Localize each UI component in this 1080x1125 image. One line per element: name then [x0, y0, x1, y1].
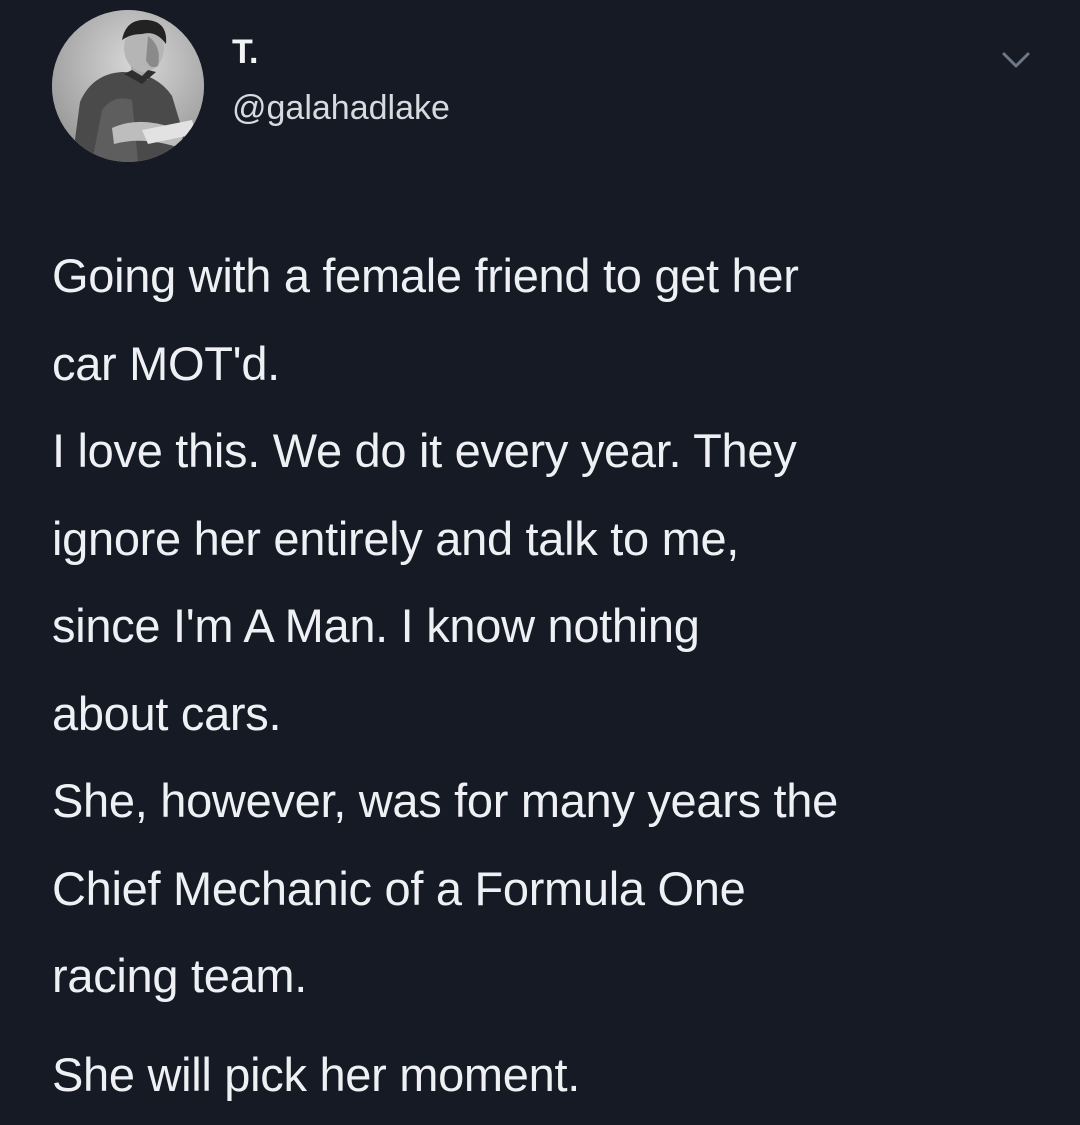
tweet-text-line: She, however, was for many years the [52, 774, 838, 827]
avatar[interactable] [52, 10, 204, 162]
chevron-down-icon[interactable] [996, 46, 1036, 76]
tweet-text-line: I love this. We do it every year. They [52, 424, 797, 477]
tweet-text-line: racing team. [52, 949, 308, 1002]
tweet-card: T. @galahadlake Going with a female frie… [0, 0, 1080, 1125]
tweet-text-line: car MOT'd. [52, 336, 280, 390]
tweet-text-last-line: She will pick her moment. [52, 1047, 580, 1101]
tweet-text-line: since I'm A Man. I know nothing [52, 599, 700, 652]
avatar-photo-icon [52, 10, 204, 162]
tweet-text-line: Going with a female friend to get her [52, 249, 799, 302]
tweet-text-line: Chief Mechanic of a Formula One [52, 861, 746, 915]
tweet-text: Going with a female friend to get her ca… [52, 232, 1052, 1118]
tweet-text-line: about cars. [52, 686, 282, 740]
tweet-text-line: ignore her entirely and talk to me, [52, 511, 740, 565]
user-handle[interactable]: @galahadlake [232, 88, 450, 128]
author-names: T. @galahadlake [232, 10, 450, 162]
display-name[interactable]: T. [232, 32, 450, 72]
tweet-header: T. @galahadlake [52, 10, 450, 162]
